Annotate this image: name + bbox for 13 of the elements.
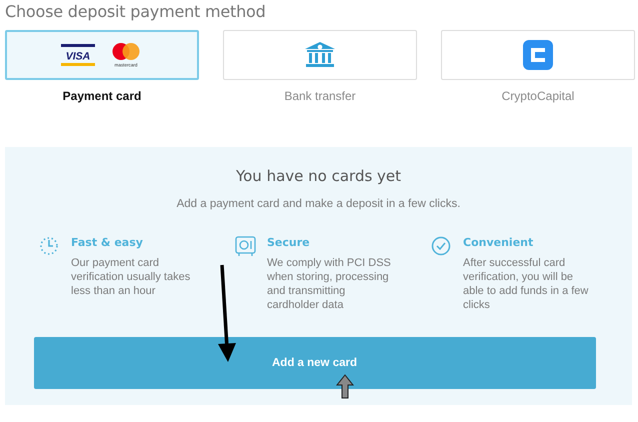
feature-description: After successful card verification, you will be able to add funds in a few clicks	[463, 256, 590, 312]
feature-title: Fast & easy	[71, 236, 144, 249]
feature-description: Our payment card verification usually takes less than an hour	[71, 256, 192, 298]
payment-method-label: CryptoCapital	[502, 89, 574, 103]
empty-subtitle: Add a payment card and make a deposit in a few clicks.	[176, 198, 460, 210]
empty-heading: You have no cards yet	[236, 167, 402, 185]
feature-title: Secure	[267, 236, 311, 249]
page-title: Choose deposit payment method	[4, 1, 267, 21]
payment-method-label: Payment card	[62, 89, 142, 103]
visa-logo: VISA	[61, 44, 95, 66]
payment-method-label: Bank transfer	[284, 89, 356, 103]
feature-title: Convenient	[463, 236, 534, 249]
feature-description: We comply with PCI DSS when storing, processing and transmitting cardholder data	[267, 256, 392, 312]
